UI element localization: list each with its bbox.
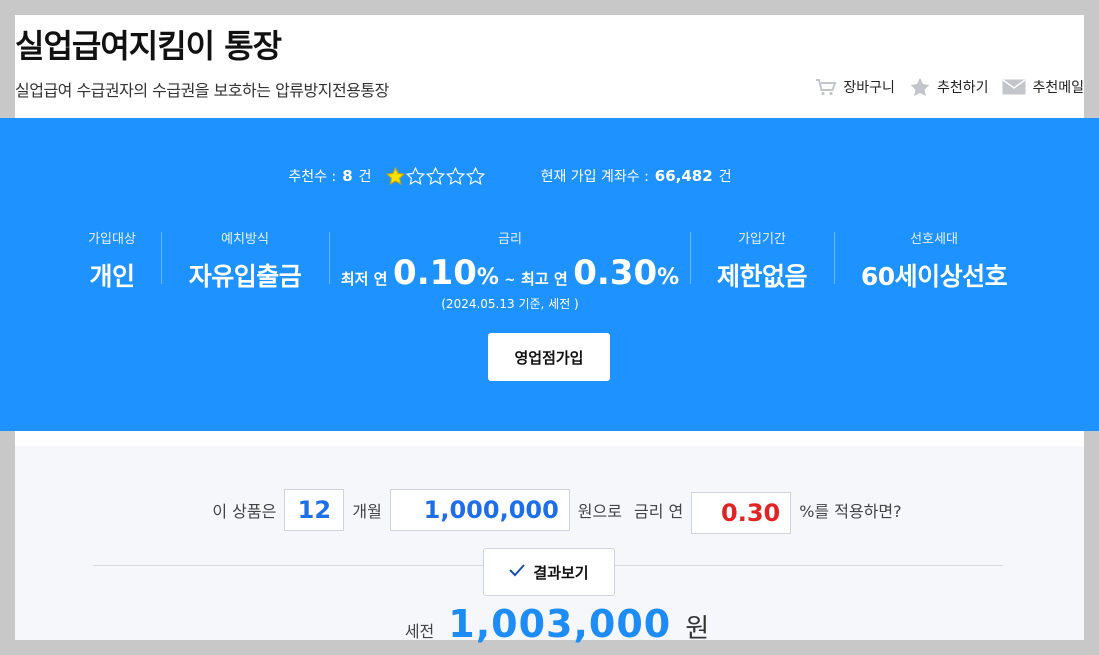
star-empty-icon — [465, 167, 485, 185]
star-icon — [909, 77, 931, 97]
accounts-unit: 건 — [718, 169, 732, 185]
deposit-label: 예치방식 — [221, 232, 269, 247]
rate-suffix: %를 적용하면? — [799, 502, 902, 521]
star-empty-icon — [405, 167, 425, 185]
branch-join-button[interactable]: 영업점가입 — [488, 333, 610, 381]
product-subtitle: 실업급여 수급권자의 수급권을 보호하는 압류방지전용통장 — [15, 81, 389, 100]
recommend-unit: 건 — [358, 169, 372, 185]
target-label: 가입대상 — [88, 232, 136, 247]
target-col: 가입대상 개인 — [60, 228, 164, 293]
deposit-value: 자유입출금 — [188, 262, 302, 291]
accounts-stat: 현재 가입 계좌수 : 66,482 건 — [541, 166, 732, 186]
recommend-button[interactable]: 추천하기 — [909, 77, 989, 97]
email-button[interactable]: 추천메일 — [1002, 77, 1084, 97]
star-empty-icon — [425, 167, 445, 185]
accounts-prefix: 현재 가입 계좌수 : — [540, 169, 649, 185]
result-button[interactable]: 결과보기 — [483, 548, 615, 596]
calculator-row: 이 상품은 개월 원으로 금리 연 %를 적용하면? — [15, 486, 1099, 534]
amount-unit: 원으로 — [577, 502, 622, 521]
rate-min-pct: % — [476, 265, 499, 290]
star-empty-icon — [445, 167, 465, 185]
months-unit: 개월 — [352, 502, 382, 521]
result-button-label: 결과보기 — [533, 563, 589, 582]
recommend-count: 8 — [342, 167, 353, 185]
rate-max-pct: % — [657, 265, 680, 290]
result-amount: 1,003,000 — [448, 602, 672, 646]
rate-input[interactable] — [691, 492, 792, 534]
result-unit: 원 — [685, 614, 710, 644]
calc-prefix: 이 상품은 — [212, 502, 277, 521]
calculator-section: 이 상품은 개월 원으로 금리 연 %를 적용하면? 결과보기 세전 1,003… — [15, 446, 1084, 646]
email-label: 추천메일 — [1032, 80, 1084, 96]
rate-min-prefix: 최저 연 — [340, 270, 388, 288]
preferred-label: 선호세대 — [910, 232, 958, 247]
preferred-value: 60세이상선호 — [860, 262, 1008, 291]
preferred-col: 선호세대 60세이상선호 — [844, 228, 1024, 293]
recommend-label: 추천하기 — [936, 80, 989, 96]
check-icon — [509, 563, 526, 581]
accounts-count: 66,482 — [654, 167, 713, 185]
product-banner: 추천수 : 8 건 현재 가입 계좌수 : 66,482 건 가입대상 개인 예… — [0, 118, 1099, 431]
product-title: 실업급여지킴이 통장 — [15, 27, 282, 65]
toolbar: 장바구니 추천하기 추천메일 — [815, 77, 1084, 97]
star-filled-icon — [385, 167, 405, 185]
col-divider — [690, 232, 691, 284]
col-divider — [161, 232, 162, 284]
stats-row: 추천수 : 8 건 현재 가입 계좌수 : 66,482 건 — [0, 166, 1020, 186]
rate-tilde: ~ — [504, 273, 516, 288]
period-col: 가입기간 제한없음 — [700, 228, 824, 293]
recommend-stat: 추천수 : 8 건 — [288, 166, 485, 186]
rate-max-prefix: 최고 연 — [521, 270, 568, 288]
months-input[interactable] — [284, 489, 345, 531]
product-info: 가입대상 개인 예치방식 자유입출금 금리 최저 연 0.10% ~ 최고 연 … — [60, 228, 1060, 311]
cart-button[interactable]: 장바구니 — [815, 77, 895, 97]
col-divider — [329, 232, 330, 284]
result-prefix: 세전 — [404, 622, 435, 641]
rate-min-value: 0.10 — [393, 253, 477, 293]
period-value: 제한없음 — [716, 262, 808, 291]
rate-range: 최저 연 0.10% ~ 최고 연 0.30% — [340, 253, 680, 293]
amount-input[interactable] — [389, 489, 570, 531]
cart-label: 장바구니 — [843, 80, 895, 96]
target-value: 개인 — [89, 262, 135, 291]
rating-stars — [385, 167, 485, 185]
col-divider — [834, 232, 835, 284]
mail-icon — [1002, 79, 1026, 95]
cart-icon — [815, 78, 837, 96]
rate-note: (2024.05.13 기준, 세전 ) — [441, 297, 579, 311]
rate-prefix: 금리 연 — [633, 502, 684, 521]
deposit-col: 예치방식 자유입출금 — [170, 228, 320, 293]
rate-col: 금리 최저 연 0.10% ~ 최고 연 0.30% (2024.05.13 기… — [340, 228, 680, 312]
rate-max-value: 0.30 — [573, 253, 658, 293]
recommend-prefix: 추천수 : — [288, 169, 337, 185]
rate-label: 금리 — [498, 232, 522, 247]
period-label: 가입기간 — [738, 232, 786, 247]
result-display: 세전 1,003,000 원 — [15, 602, 1099, 646]
